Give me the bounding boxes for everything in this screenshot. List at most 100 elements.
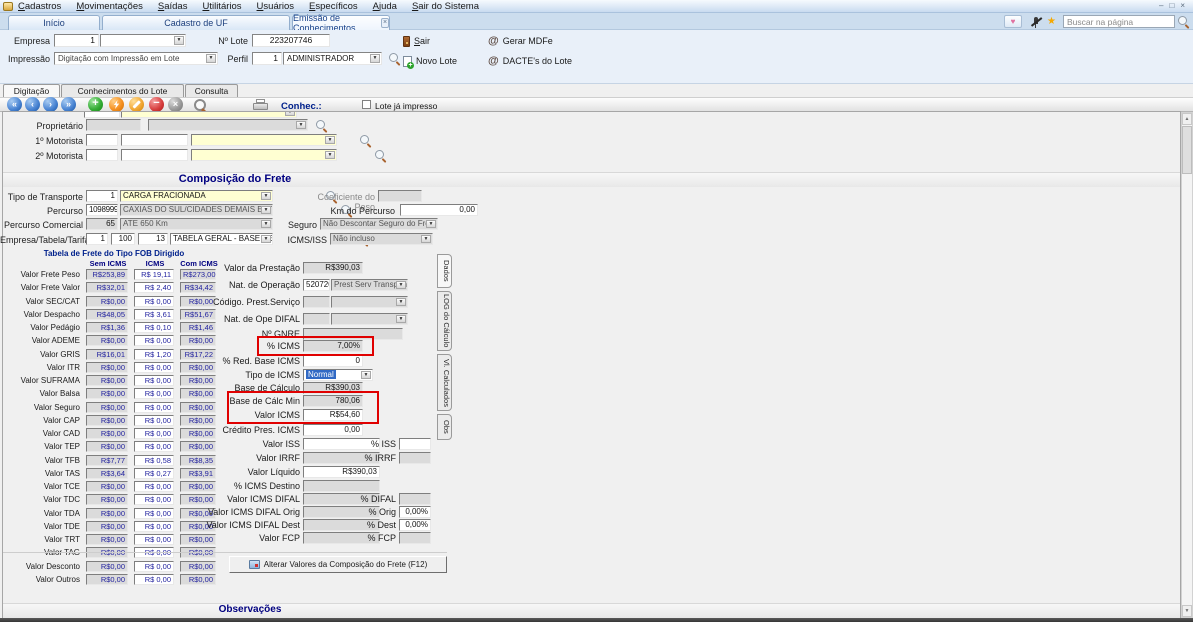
nat-ope-difal-select[interactable]: ▼: [331, 313, 408, 325]
minimize-icon[interactable]: –: [1159, 1, 1163, 10]
search-input[interactable]: [1063, 15, 1175, 28]
pct-fcp-input[interactable]: [399, 532, 431, 544]
side-tab-dados[interactable]: Dados: [437, 254, 452, 288]
nat-operacao-select[interactable]: Prest Serv Transp In▼: [331, 279, 408, 291]
tab-consulta[interactable]: Consulta: [185, 84, 238, 97]
scroll-up-icon[interactable]: ▲: [1182, 113, 1192, 125]
menu-item[interactable]: Ajuda: [373, 1, 397, 12]
perfil-search-icon[interactable]: [388, 52, 401, 65]
tarifa-input[interactable]: 13: [138, 233, 168, 245]
chevron-down-icon[interactable]: ▼: [261, 206, 271, 214]
next-record-button[interactable]: ›: [43, 97, 58, 112]
seguro-select[interactable]: Não Descontar Seguro do Frete F▼: [320, 218, 438, 230]
empresa-input[interactable]: 1: [86, 233, 108, 245]
star-icon[interactable]: ★: [1047, 16, 1056, 27]
close-icon[interactable]: ×: [1180, 1, 1185, 10]
edit-record-button[interactable]: [129, 97, 144, 112]
save-record-button[interactable]: [109, 97, 124, 112]
pct-icms-input[interactable]: 7,00%: [303, 340, 363, 352]
sair-button[interactable]: Sair: [403, 34, 430, 48]
search-magnifier-icon[interactable]: [1177, 15, 1190, 28]
gerar-mdfe-button[interactable]: @Gerar MDFe: [488, 34, 553, 48]
tab-digitacao[interactable]: Digitação: [3, 84, 60, 97]
tab-close-icon[interactable]: ×: [381, 18, 389, 28]
last-record-button[interactable]: »: [61, 97, 76, 112]
cancel-record-button[interactable]: ×: [168, 97, 183, 112]
perfil-select[interactable]: ADMINISTRADOR▼: [283, 52, 382, 65]
empresa-select[interactable]: ▼: [100, 34, 186, 47]
pct-red-base-input[interactable]: 0: [303, 355, 363, 367]
restore-icon[interactable]: □: [1169, 1, 1174, 10]
pct-icms-destino-input[interactable]: [303, 480, 380, 492]
first-record-button[interactable]: «: [7, 97, 22, 112]
credito-pres-input[interactable]: 0,00: [303, 424, 363, 436]
tab-inicio[interactable]: Início: [8, 15, 100, 30]
scroll-down-icon[interactable]: ▼: [1182, 605, 1192, 617]
coeficiente-peso-input[interactable]: [378, 190, 422, 202]
codigo-prest-select[interactable]: ▼: [331, 296, 408, 308]
previous-record-button[interactable]: ‹: [25, 97, 40, 112]
chevron-down-icon[interactable]: ▼: [261, 192, 271, 200]
lote-impresso-checkbox[interactable]: [362, 100, 371, 109]
proprietario-code-input[interactable]: [86, 119, 141, 131]
tab-conhecimentos-do-lote[interactable]: Conhecimentos do Lote: [61, 84, 184, 97]
nat-operacao-code-input[interactable]: 520720: [303, 279, 330, 291]
percurso-select[interactable]: CAXIAS DO SUL/CIDADES DEMAIS ESTADOS▼: [120, 204, 273, 216]
km-percurso-input[interactable]: 0,00: [400, 204, 478, 216]
menu-item[interactable]: Saídas: [158, 1, 188, 12]
chevron-down-icon[interactable]: ▼: [421, 235, 431, 243]
chevron-down-icon[interactable]: ▼: [285, 112, 295, 116]
motorista2-select[interactable]: ▼: [191, 149, 337, 161]
motorista1-code-input[interactable]: [86, 134, 118, 146]
pct-iss-input[interactable]: [399, 438, 431, 450]
menu-item[interactable]: Movimentações: [76, 1, 143, 12]
side-tab-vl-calculados[interactable]: Vl. Calculados: [437, 354, 452, 411]
motorista1-doc-input[interactable]: [121, 134, 188, 146]
codigo-prest-code-input[interactable]: [303, 296, 330, 308]
tipo-transporte-code-input[interactable]: 1: [86, 190, 118, 202]
chevron-down-icon[interactable]: ▼: [174, 36, 184, 45]
menu-item[interactable]: Específicos: [309, 1, 358, 12]
chevron-down-icon[interactable]: ▼: [370, 54, 380, 63]
icms-iss-select[interactable]: Não incluso▼: [330, 233, 433, 245]
chevron-down-icon[interactable]: ▼: [325, 151, 335, 159]
valor-icms-input[interactable]: R$54,60: [303, 409, 363, 421]
pct-dest-input[interactable]: 0,00%: [399, 519, 431, 531]
menu-item[interactable]: Cadastros: [18, 1, 61, 12]
chevron-down-icon[interactable]: ▼: [396, 281, 406, 289]
menu-item[interactable]: Usuários: [257, 1, 295, 12]
novo-lote-button[interactable]: Novo Lote: [403, 54, 457, 68]
proprietario-search-icon[interactable]: [315, 119, 328, 132]
chevron-down-icon[interactable]: ▼: [396, 298, 406, 306]
menu-item[interactable]: Utilitários: [202, 1, 241, 12]
percurso-comercial-code-input[interactable]: 65: [86, 218, 118, 230]
chevron-down-icon[interactable]: ▼: [396, 315, 406, 323]
base-calculo-input[interactable]: R$390,03: [303, 382, 363, 394]
chevron-down-icon[interactable]: ▼: [296, 121, 306, 129]
motorista2-doc-input[interactable]: [121, 149, 188, 161]
side-tab-obs[interactable]: Obs: [437, 414, 452, 440]
motorista1-select[interactable]: ▼: [191, 134, 337, 146]
menu-item[interactable]: Sair do Sistema: [412, 1, 479, 12]
empresa-code-input[interactable]: 1: [54, 34, 99, 47]
lote-input[interactable]: 223207746: [252, 34, 330, 47]
favorites-button[interactable]: ♥: [1004, 15, 1022, 28]
alterar-valores-button[interactable]: Alterar Valores da Composição do Frete (…: [229, 556, 447, 573]
tab-emissao-conhecimentos[interactable]: Emissão de Conhecimentos ×: [292, 15, 390, 30]
tipo-transporte-select[interactable]: CARGA FRACIONADA▼: [120, 190, 273, 202]
tipo-icms-select[interactable]: Normal▼: [303, 369, 373, 381]
chevron-down-icon[interactable]: ▼: [426, 220, 436, 228]
perfil-code-input[interactable]: 1: [252, 52, 282, 65]
side-tab-log-calculo[interactable]: LOG do Cálculo: [437, 291, 452, 351]
valor-prestacao-input[interactable]: R$390,03: [303, 262, 363, 274]
delete-record-button[interactable]: −: [149, 97, 164, 112]
add-record-button[interactable]: +: [88, 97, 103, 112]
cropped-select[interactable]: ▼: [121, 112, 297, 118]
base-calc-min-input[interactable]: 780,06: [303, 395, 363, 407]
vertical-scrollbar[interactable]: ▲ ▼: [1181, 112, 1193, 618]
tab-cadastro-uf[interactable]: Cadastro de UF: [102, 15, 290, 30]
gnre-input[interactable]: [303, 328, 403, 340]
pct-irrf-input[interactable]: [399, 452, 431, 464]
percurso-code-input[interactable]: 10989999: [86, 204, 118, 216]
motorista1-search-icon[interactable]: [359, 134, 372, 147]
